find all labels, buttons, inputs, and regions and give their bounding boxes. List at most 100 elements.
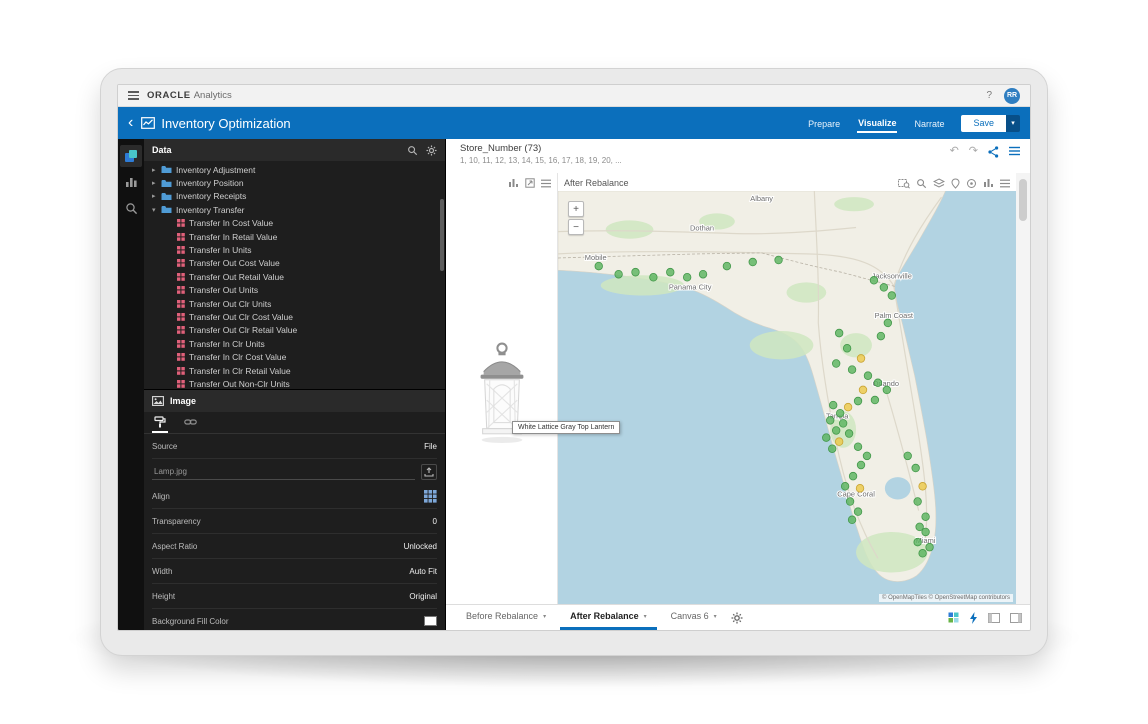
right-panel-toggle-icon[interactable] <box>1010 613 1022 623</box>
tree-folder-inventory-receipts[interactable]: ▸Inventory Receipts <box>144 190 445 203</box>
store-dot[interactable] <box>914 538 922 546</box>
store-dot[interactable] <box>859 386 867 394</box>
zoom-in-button[interactable]: + <box>568 201 584 217</box>
tree-measure-transfer-out-units[interactable]: Transfer Out Units <box>144 284 445 297</box>
tree-folder-inventory-position[interactable]: ▸Inventory Position <box>144 176 445 189</box>
filter-name[interactable]: Store_Number (73) <box>460 143 950 154</box>
canvas-scrollbar-thumb[interactable] <box>1019 179 1027 221</box>
store-dot[interactable] <box>849 472 857 480</box>
tree-measure-transfer-out-non-clr-units[interactable]: Transfer Out Non-Clr Units <box>144 377 445 389</box>
nav-visualize[interactable]: Visualize <box>857 114 897 133</box>
tree-measure-transfer-in-retail-value[interactable]: Transfer In Retail Value <box>144 230 445 243</box>
nav-narrate[interactable]: Narrate <box>913 115 945 132</box>
store-dot[interactable] <box>615 270 623 278</box>
canvas-scrollbar[interactable] <box>1016 173 1030 604</box>
caret-down-icon[interactable]: ▾ <box>714 613 717 620</box>
tree-measure-transfer-out-clr-cost-value[interactable]: Transfer Out Clr Cost Value <box>144 310 445 323</box>
store-dot[interactable] <box>775 256 783 264</box>
tree-measure-transfer-in-clr-units[interactable]: Transfer In Clr Units <box>144 337 445 350</box>
store-dot[interactable] <box>828 445 836 453</box>
upload-icon[interactable] <box>421 464 437 480</box>
store-dot[interactable] <box>864 372 872 380</box>
store-dot[interactable] <box>836 409 844 417</box>
undo-icon[interactable]: ↶ <box>950 146 959 157</box>
prop-value[interactable]: Auto Fit <box>409 567 437 576</box>
analytics-panel-icon[interactable] <box>120 197 142 219</box>
data-panel-icon[interactable] <box>120 145 142 167</box>
store-dot[interactable] <box>883 386 891 394</box>
user-avatar[interactable]: RR <box>1004 88 1020 104</box>
store-dot[interactable] <box>699 270 707 278</box>
zoom-out-button[interactable]: − <box>568 219 584 235</box>
prop-value[interactable]: File <box>424 442 437 451</box>
canvas-menu-icon[interactable] <box>1009 146 1020 156</box>
redo-icon[interactable]: ↷ <box>969 146 978 157</box>
store-dot[interactable] <box>846 498 854 506</box>
tree-folder-inventory-adjustment[interactable]: ▸Inventory Adjustment <box>144 163 445 176</box>
florida-map[interactable]: AlbanyDothanMobilePanama CityJacksonvill… <box>558 191 1016 604</box>
store-dot[interactable] <box>884 319 892 327</box>
tree-measure-transfer-in-clr-retail-value[interactable]: Transfer In Clr Retail Value <box>144 364 445 377</box>
tree-measure-transfer-out-retail-value[interactable]: Transfer Out Retail Value <box>144 270 445 283</box>
help-icon[interactable]: ? <box>986 90 992 101</box>
canvas-settings-gear-icon[interactable] <box>731 605 743 630</box>
store-dot[interactable] <box>632 268 640 276</box>
store-dot[interactable] <box>845 430 853 438</box>
store-dot[interactable] <box>854 508 862 516</box>
store-dot[interactable] <box>844 403 852 411</box>
tree-scrollbar[interactable] <box>440 199 444 271</box>
zoom-area-icon[interactable] <box>898 178 910 189</box>
save-menu-caret-icon[interactable]: ▾ <box>1006 115 1020 132</box>
store-dot[interactable] <box>904 452 912 460</box>
store-dot[interactable] <box>595 262 603 270</box>
store-dot[interactable] <box>870 276 878 284</box>
link-properties-tab[interactable] <box>182 412 199 433</box>
share-icon[interactable] <box>988 146 999 158</box>
store-dot[interactable] <box>848 366 856 374</box>
back-icon[interactable]: ‹ <box>128 115 133 131</box>
maximize-icon[interactable] <box>525 178 535 188</box>
store-dot[interactable] <box>749 258 757 266</box>
lightning-icon[interactable] <box>969 612 978 624</box>
store-dot[interactable] <box>854 397 862 405</box>
hamburger-menu-icon[interactable] <box>128 91 139 100</box>
prop-value[interactable]: Unlocked <box>404 542 437 551</box>
filter-chip[interactable]: Store_Number (73) 1, 10, 11, 12, 13, 14,… <box>460 143 950 173</box>
store-dot[interactable] <box>826 416 834 424</box>
general-properties-tab[interactable] <box>152 412 168 433</box>
store-dot[interactable] <box>922 528 930 536</box>
left-panel-toggle-icon[interactable] <box>988 613 1000 623</box>
store-dot[interactable] <box>880 284 888 292</box>
canvas-tab-after-rebalance[interactable]: After Rebalance▾ <box>560 605 657 630</box>
caret-right-icon[interactable]: ▸ <box>152 192 161 200</box>
store-dot[interactable] <box>877 332 885 340</box>
store-dot[interactable] <box>926 543 934 551</box>
image-visualization[interactable] <box>446 173 558 604</box>
save-button[interactable]: Save <box>961 115 1006 132</box>
store-dot[interactable] <box>723 262 731 270</box>
search-icon[interactable] <box>407 145 418 156</box>
map-chart-type-icon[interactable] <box>983 178 994 188</box>
gear-icon[interactable] <box>426 145 437 156</box>
store-dot[interactable] <box>835 438 843 446</box>
tree-folder-inventory-transfer[interactable]: ▾Inventory Transfer <box>144 203 445 216</box>
store-dot[interactable] <box>854 443 862 451</box>
store-dot[interactable] <box>843 344 851 352</box>
tree-measure-transfer-out-cost-value[interactable]: Transfer Out Cost Value <box>144 257 445 270</box>
background-color-swatch[interactable] <box>424 616 437 626</box>
tree-measure-transfer-in-cost-value[interactable]: Transfer In Cost Value <box>144 217 445 230</box>
caret-down-icon[interactable]: ▾ <box>543 613 546 620</box>
tree-measure-transfer-out-clr-units[interactable]: Transfer Out Clr Units <box>144 297 445 310</box>
tree-measure-transfer-in-units[interactable]: Transfer In Units <box>144 243 445 256</box>
store-dot[interactable] <box>914 498 922 506</box>
viz-menu-icon[interactable] <box>541 179 551 188</box>
visualizations-panel-icon[interactable] <box>120 171 142 193</box>
store-dot[interactable] <box>888 292 896 300</box>
store-dot[interactable] <box>822 434 830 442</box>
auto-insights-icon[interactable] <box>948 612 959 623</box>
caret-right-icon[interactable]: ▸ <box>152 179 161 187</box>
store-dot[interactable] <box>857 355 865 363</box>
map-body[interactable]: AlbanyDothanMobilePanama CityJacksonvill… <box>558 191 1016 604</box>
store-dot[interactable] <box>832 427 840 435</box>
map-menu-icon[interactable] <box>1000 179 1010 188</box>
